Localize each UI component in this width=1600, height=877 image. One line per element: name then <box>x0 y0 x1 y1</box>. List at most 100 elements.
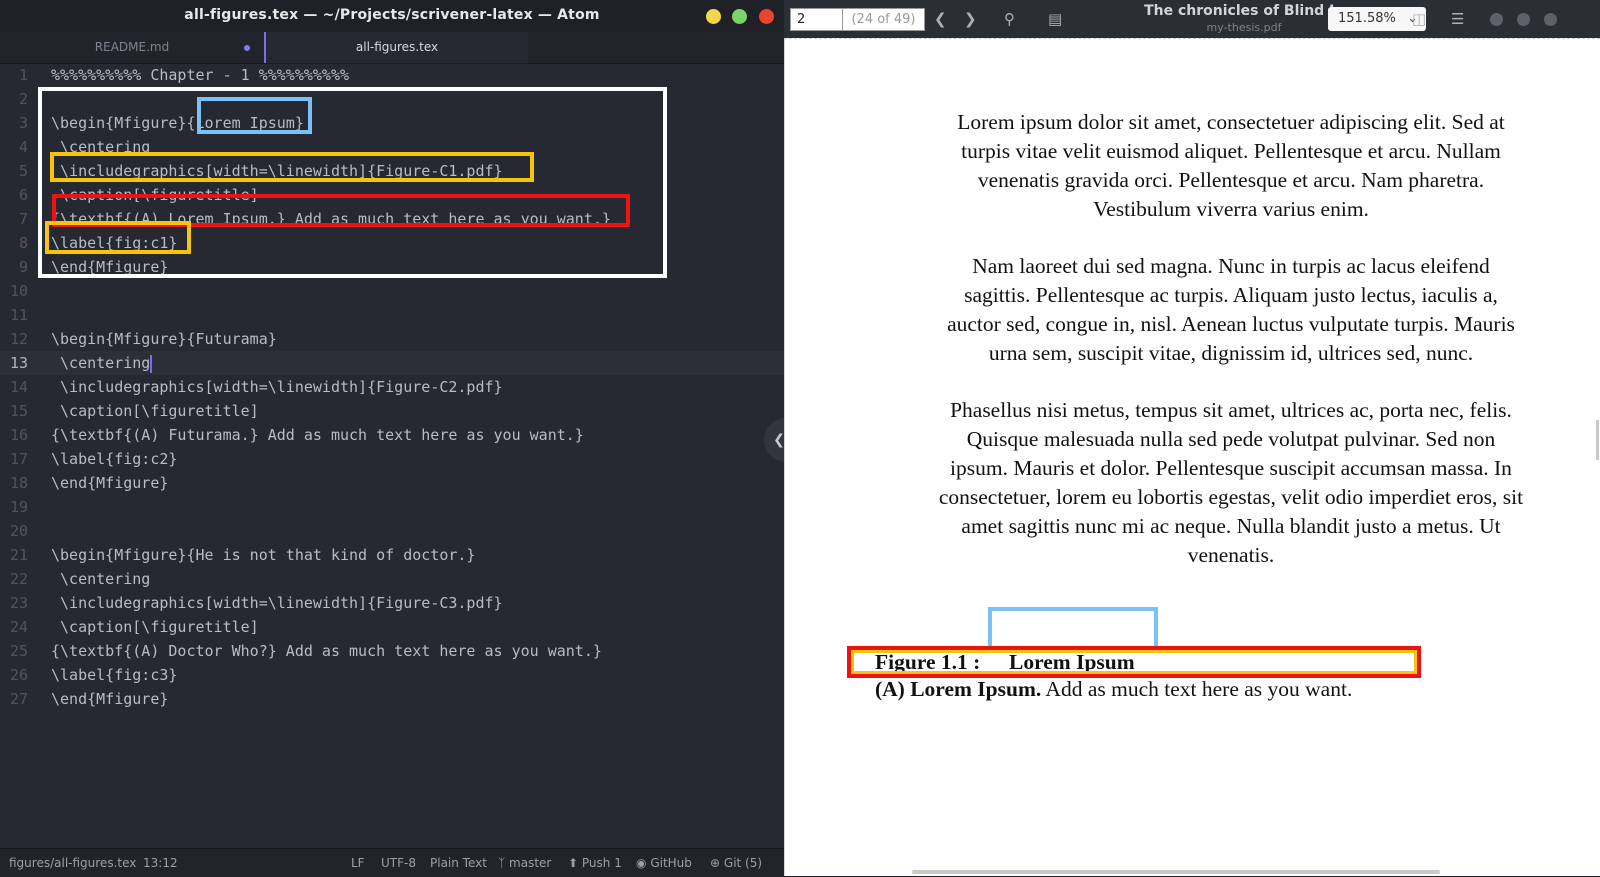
code-text: %%%%%%%%%% Chapter - 1 %%%%%%%%%% <box>51 66 350 84</box>
code-text: {\textbf{(A) Futurama.} Add as much text… <box>51 426 584 444</box>
code-line[interactable]: 23 \includegraphics[width=\linewidth]{Fi… <box>0 591 784 615</box>
status-github[interactable]: ◉ GitHub <box>636 856 692 870</box>
figure-label: Figure 1.1 : <box>875 650 981 674</box>
code-text: \caption[\figuretitle] <box>51 402 259 420</box>
code-line[interactable]: 7 {\textbf{(A) Lorem Ipsum.} Add as much … <box>0 207 784 231</box>
thumbnails-icon[interactable]: ▤ <box>1048 10 1062 28</box>
tab-all-figures[interactable]: all-figures.tex <box>264 32 528 63</box>
pdf-page: Lorem ipsum dolor sit amet, consectetuer… <box>784 38 1600 876</box>
code-line[interactable]: 1 %%%%%%%%%% Chapter - 1 %%%%%%%%%% <box>0 63 784 87</box>
search-icon[interactable]: ⚲ <box>1004 10 1015 28</box>
zoom-value: 151.58% <box>1338 11 1396 26</box>
paragraph-3: Phasellus nisi metus, tempus sit amet, u… <box>938 398 1524 567</box>
close-button[interactable] <box>759 9 774 24</box>
atom-editor-window: all-figures.tex — ~/Projects/scrivener-l… <box>0 0 794 877</box>
status-push[interactable]: ⬆ Push 1 <box>568 856 622 870</box>
highlight-box-blue-pdf <box>988 607 1158 653</box>
code-line[interactable]: 4 \centering <box>0 135 784 159</box>
pdf-viewer-window: 2 (24 of 49) ❮ ❯ ⚲ ▤ The chronicles of B… <box>784 0 1600 876</box>
line-number: 6 <box>18 186 28 204</box>
line-number: 26 <box>9 666 28 684</box>
code-line[interactable]: 24 \caption[\figuretitle] <box>0 615 784 639</box>
code-text: \centering <box>51 138 151 156</box>
atom-titlebar: all-figures.tex — ~/Projects/scrivener-l… <box>0 0 784 32</box>
status-git-label: Git (5) <box>723 856 763 870</box>
tab-readme[interactable]: README.md <box>0 32 264 63</box>
code-line[interactable]: 13 \centering <box>0 351 784 375</box>
code-line[interactable]: 8 \label{fig:c1} <box>0 231 784 255</box>
code-line[interactable]: 22 \centering <box>0 567 784 591</box>
menu-icon[interactable]: ☰ <box>1451 10 1464 28</box>
code-line[interactable]: 18 \end{Mfigure} <box>0 471 784 495</box>
document-icon[interactable]: ◫ <box>1412 10 1426 28</box>
maximize-button[interactable] <box>732 9 747 24</box>
code-line[interactable]: 21 \begin{Mfigure}{He is not that kind of… <box>0 543 784 567</box>
code-line[interactable]: 19 <box>0 495 784 519</box>
line-number: 24 <box>9 618 28 636</box>
status-push-label: Push 1 <box>581 856 622 870</box>
tab-bar: README.md all-figures.tex <box>0 32 784 64</box>
code-line[interactable]: 9 \end{Mfigure} <box>0 255 784 279</box>
status-line-ending[interactable]: LF <box>351 856 365 870</box>
status-encoding[interactable]: UTF-8 <box>381 856 416 870</box>
code-text: \begin{Mfigure}{He is not that kind of d… <box>51 546 476 564</box>
status-branch-label: master <box>509 856 552 870</box>
code-line[interactable]: 12 \begin{Mfigure}{Futurama} <box>0 327 784 351</box>
previous-page-icon[interactable]: ❮ <box>934 10 947 28</box>
code-line[interactable]: 20 <box>0 519 784 543</box>
code-line[interactable]: 2 <box>0 87 784 111</box>
code-line[interactable]: 5 \includegraphics[width=\linewidth]{Fig… <box>0 159 784 183</box>
line-number: 14 <box>9 378 28 396</box>
code-line[interactable]: 10 <box>0 279 784 303</box>
status-grammar[interactable]: Plain Text <box>430 856 487 870</box>
next-page-icon[interactable]: ❯ <box>964 10 977 28</box>
git-commit-icon: ⊕ <box>710 856 721 870</box>
page-number-input[interactable]: 2 <box>790 8 843 31</box>
atom-window-title: all-figures.tex — ~/Projects/scrivener-l… <box>184 7 600 23</box>
code-line[interactable]: 11 <box>0 303 784 327</box>
status-bar: figures/all-figures.tex 13:12 LF UTF-8 P… <box>0 848 784 877</box>
line-number: 16 <box>9 426 28 444</box>
horizontal-scrollbar[interactable] <box>912 870 1440 874</box>
code-line[interactable]: 17 \label{fig:c2} <box>0 447 784 471</box>
code-text: \end{Mfigure} <box>51 258 169 276</box>
code-text: \label{fig:c2} <box>51 450 178 468</box>
code-line[interactable]: 25 {\textbf{(A) Doctor Who?} Add as much … <box>0 639 784 663</box>
close-button[interactable] <box>1544 13 1557 26</box>
code-line[interactable]: 14 \includegraphics[width=\linewidth]{Fi… <box>0 375 784 399</box>
vertical-scrollbar[interactable] <box>1596 420 1599 460</box>
line-number: 15 <box>9 402 28 420</box>
status-cursor-position[interactable]: 13:12 <box>143 856 178 870</box>
code-line[interactable]: 16 {\textbf{(A) Futurama.} Add as much te… <box>0 423 784 447</box>
tab-readme-label: README.md <box>94 40 170 54</box>
text-caret <box>150 354 153 373</box>
status-file-path[interactable]: figures/all-figures.tex <box>9 856 136 870</box>
github-icon: ◉ <box>636 856 647 870</box>
line-number: 12 <box>9 330 28 348</box>
line-number: 21 <box>9 546 28 564</box>
modified-dot-icon <box>244 45 250 51</box>
code-text: \includegraphics[width=\linewidth]{Figur… <box>51 378 503 396</box>
line-number: 22 <box>9 570 28 588</box>
maximize-button[interactable] <box>1517 13 1530 26</box>
code-line[interactable]: 3 \begin{Mfigure}{Lorem Ipsum} <box>0 111 784 135</box>
code-text: \caption[\figuretitle] <box>51 186 259 204</box>
code-line[interactable]: 27 \end{Mfigure} <box>0 687 784 711</box>
line-number: 23 <box>9 594 28 612</box>
code-editor[interactable]: 27 \end{Mfigure} 26 \label{fig:c3} 25 {\textb… <box>0 63 784 844</box>
code-line[interactable]: 6 \caption[\figuretitle] <box>0 183 784 207</box>
git-branch-icon: ᛉ <box>498 856 506 870</box>
minimize-button[interactable] <box>1490 13 1503 26</box>
status-branch[interactable]: ᛉ master <box>498 856 551 870</box>
line-number: 11 <box>9 306 28 324</box>
code-line[interactable]: 15 \caption[\figuretitle] <box>0 399 784 423</box>
code-text: \centering <box>51 354 153 373</box>
line-number: 17 <box>9 450 28 468</box>
figure-caption: (A) Lorem Ipsum. Add as much text here a… <box>875 677 1352 702</box>
line-number: 13 <box>9 354 28 372</box>
status-git[interactable]: ⊕ Git (5) <box>710 856 762 870</box>
figure-title: Lorem Ipsum <box>1009 650 1135 674</box>
minimize-button[interactable] <box>706 9 721 24</box>
code-line[interactable]: 26 \label{fig:c3} <box>0 663 784 687</box>
status-github-label: GitHub <box>650 856 692 870</box>
